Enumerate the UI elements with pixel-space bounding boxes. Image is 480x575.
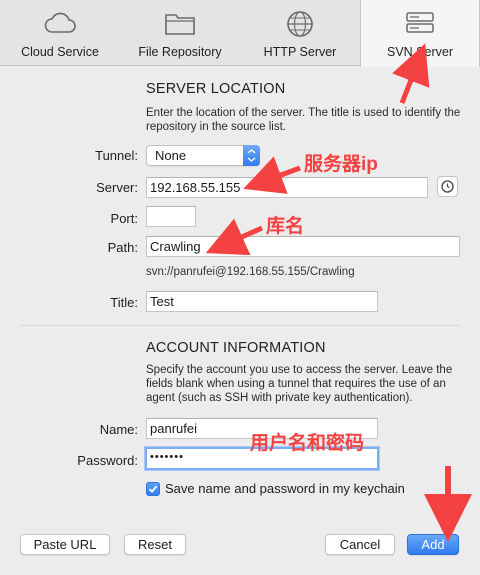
arrow-to-path-field [205, 218, 264, 256]
arrow-to-svn-tab [392, 43, 430, 104]
annotation-server-ip: 服务器ip [304, 154, 378, 175]
annotation-arrows [205, 43, 472, 542]
arrow-to-server-field [243, 156, 301, 194]
annotation-user-password: 用户名和密码 [250, 433, 365, 454]
annotation-repo-name: 库名 [266, 216, 305, 237]
